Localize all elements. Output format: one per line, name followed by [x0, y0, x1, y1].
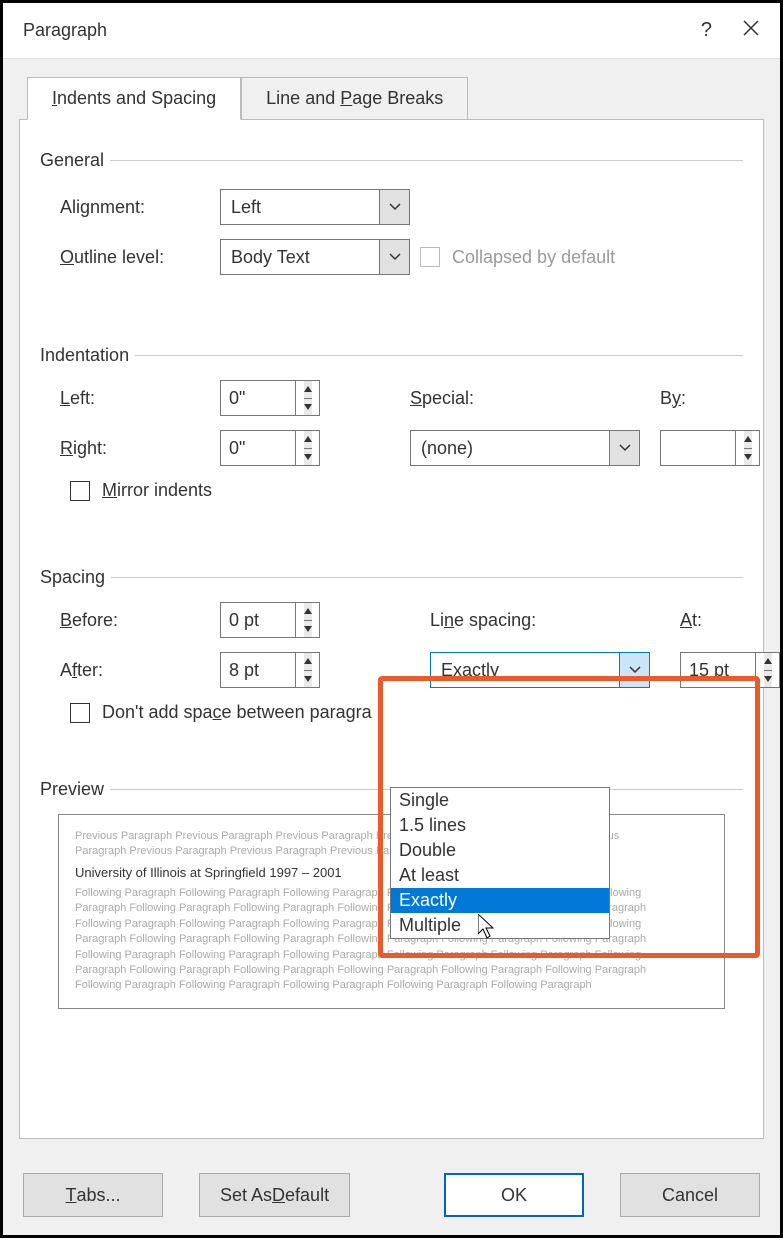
- collapsed-label: Collapsed by default: [452, 247, 615, 268]
- tabs-button[interactable]: Tabs...: [23, 1173, 163, 1217]
- after-spin[interactable]: 8 pt: [220, 652, 320, 688]
- dont-add-space-checkbox[interactable]: [70, 703, 90, 723]
- before-label: Before:: [60, 610, 220, 631]
- dropdown-item-double[interactable]: Double: [391, 838, 609, 863]
- chevron-down-icon[interactable]: [609, 431, 639, 465]
- spin-buttons[interactable]: [735, 431, 759, 465]
- before-spin[interactable]: 0 pt: [220, 602, 320, 638]
- ok-button[interactable]: OK: [444, 1173, 584, 1217]
- alignment-value: Left: [221, 197, 379, 218]
- at-label: At:: [680, 610, 783, 631]
- title-bar: Paragraph ?: [3, 3, 780, 59]
- at-value: 15 pt: [681, 660, 755, 681]
- special-combo[interactable]: (none): [410, 430, 640, 466]
- spin-up-icon[interactable]: [764, 653, 772, 671]
- cancel-button[interactable]: Cancel: [620, 1173, 760, 1217]
- chevron-down-icon[interactable]: [379, 190, 409, 224]
- tab-line-page-breaks[interactable]: Line and Page Breaks: [241, 77, 468, 120]
- section-header-label: Spacing: [40, 567, 105, 588]
- special-label: Special:: [410, 388, 640, 409]
- section-indentation: Indentation: [40, 345, 743, 366]
- divider: [111, 577, 743, 578]
- spin-up-icon[interactable]: [744, 431, 752, 449]
- content-panel: General Alignment: Left Outline level: B…: [19, 119, 764, 1139]
- indent-right-label: Right:: [60, 438, 220, 459]
- help-icon[interactable]: ?: [701, 19, 712, 42]
- section-spacing: Spacing: [40, 567, 743, 588]
- alignment-label: Alignment:: [60, 197, 220, 218]
- by-label: By:: [660, 388, 783, 409]
- outline-combo[interactable]: Body Text: [220, 239, 410, 275]
- indent-right-spin[interactable]: 0": [220, 430, 320, 466]
- window-controls: ?: [701, 19, 760, 43]
- outline-label: Outline level:: [60, 247, 220, 268]
- spin-up-icon[interactable]: [304, 653, 312, 671]
- spin-down-icon[interactable]: [764, 671, 772, 688]
- paragraph-dialog: Paragraph ? Indents and Spacing Line and…: [3, 3, 780, 1235]
- dropdown-item-multiple[interactable]: Multiple: [391, 913, 609, 938]
- section-header-label: General: [40, 150, 104, 171]
- spin-up-icon[interactable]: [304, 381, 312, 399]
- line-spacing-combo[interactable]: Exactly: [430, 652, 650, 688]
- preview-text: Paragraph Following Paragraph Following …: [75, 963, 708, 978]
- at-spin[interactable]: 15 pt: [680, 652, 780, 688]
- preview-text: Following Paragraph Following Paragraph …: [75, 978, 708, 993]
- special-value: (none): [411, 438, 609, 459]
- mirror-indents-checkbox[interactable]: [70, 481, 90, 501]
- spin-down-icon[interactable]: [304, 399, 312, 416]
- dropdown-item-exactly[interactable]: Exactly: [391, 888, 609, 913]
- collapsed-checkbox: [420, 247, 440, 267]
- before-value: 0 pt: [221, 610, 295, 631]
- spin-buttons[interactable]: [295, 431, 319, 465]
- tab-indents-spacing[interactable]: Indents and Spacing: [27, 77, 241, 120]
- line-spacing-value: Exactly: [431, 660, 619, 681]
- spin-down-icon[interactable]: [744, 449, 752, 466]
- after-value: 8 pt: [221, 660, 295, 681]
- set-default-button[interactable]: Set As Default: [199, 1173, 350, 1217]
- mirror-indents-label: Mirror indents: [102, 480, 212, 501]
- spin-buttons[interactable]: [295, 653, 319, 687]
- spin-up-icon[interactable]: [304, 603, 312, 621]
- by-spin[interactable]: [660, 430, 760, 466]
- divider: [135, 355, 743, 356]
- line-spacing-label: Line spacing:: [430, 610, 650, 631]
- indent-left-label: Left:: [60, 388, 220, 409]
- divider: [110, 160, 743, 161]
- indent-left-value: 0": [221, 388, 295, 409]
- spin-down-icon[interactable]: [304, 671, 312, 688]
- outline-value: Body Text: [221, 247, 379, 268]
- spin-up-icon[interactable]: [304, 431, 312, 449]
- after-label: After:: [60, 660, 220, 681]
- alignment-combo[interactable]: Left: [220, 189, 410, 225]
- chevron-down-icon[interactable]: [619, 653, 649, 687]
- tabs-row: Indents and Spacing Line and Page Breaks: [3, 59, 780, 120]
- line-spacing-dropdown[interactable]: Single 1.5 lines Double At least Exactly…: [390, 787, 610, 939]
- section-general: General: [40, 150, 743, 171]
- preview-text: Following Paragraph Following Paragraph …: [75, 948, 708, 963]
- spin-down-icon[interactable]: [304, 449, 312, 466]
- spin-buttons[interactable]: [755, 653, 779, 687]
- section-header-label: Preview: [40, 779, 104, 800]
- dont-add-space-label: Don't add space between paragra: [102, 702, 372, 723]
- spin-down-icon[interactable]: [304, 621, 312, 638]
- chevron-down-icon[interactable]: [379, 240, 409, 274]
- indent-right-value: 0": [221, 438, 295, 459]
- dropdown-item-single[interactable]: Single: [391, 788, 609, 813]
- dropdown-item-15lines[interactable]: 1.5 lines: [391, 813, 609, 838]
- dropdown-item-atleast[interactable]: At least: [391, 863, 609, 888]
- spin-buttons[interactable]: [295, 381, 319, 415]
- button-bar: Tabs... Set As Default OK Cancel: [23, 1173, 760, 1217]
- spin-buttons[interactable]: [295, 603, 319, 637]
- close-icon[interactable]: [742, 19, 760, 43]
- indent-left-spin[interactable]: 0": [220, 380, 320, 416]
- dialog-title: Paragraph: [23, 20, 107, 41]
- section-header-label: Indentation: [40, 345, 129, 366]
